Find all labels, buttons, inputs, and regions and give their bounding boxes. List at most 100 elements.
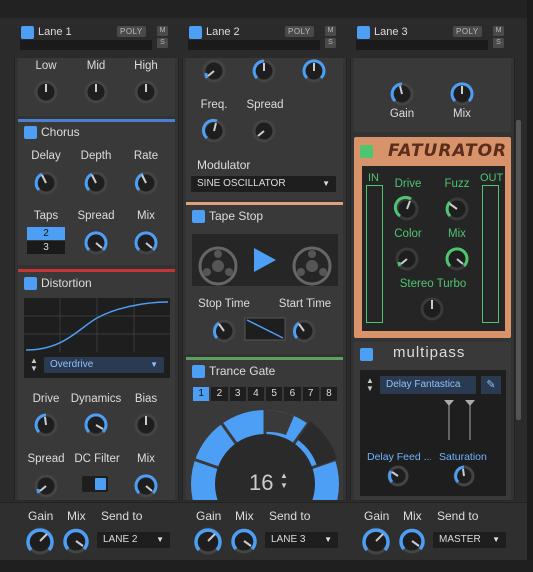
tape-stop-time-knob[interactable] [212,319,236,343]
distortion-mode-select[interactable]: Overdrive ▼ [44,357,164,373]
multipass-band-splitter[interactable] [360,398,506,442]
lane-3-gain-knob[interactable] [362,527,390,555]
step-tab-7[interactable]: 7 [302,387,319,401]
multipass-band2-knob[interactable] [453,465,475,487]
lane-2-poly-button[interactable]: POLY [285,26,314,37]
chevron-down-icon: ▼ [322,179,330,188]
lane-2-mute-button[interactable]: M [325,26,336,36]
faturator-mix-knob[interactable] [445,247,469,271]
distortion-mode-value: Overdrive [50,359,94,370]
lane-1-enable-checkbox[interactable] [21,26,34,39]
lane-2-header: Lane 2 POLY M S [182,20,342,62]
distortion-spread-label: Spread [27,453,65,465]
filter-freq-label: Freq. [200,99,228,111]
edit-pencil-icon[interactable]: ✎ [481,376,501,394]
step-tab-5[interactable]: 5 [266,387,283,401]
lane-1-mute-button[interactable]: M [157,26,168,36]
filter-knob-3[interactable] [302,59,326,83]
multipass-preset-stepper[interactable]: ▲ ▼ [364,377,376,393]
lane-1-mix-knob[interactable] [63,528,89,554]
lane-1-gain-knob[interactable] [26,527,54,555]
filter-knob-2[interactable] [252,59,276,83]
lane3-gain-label: Gain [389,108,415,120]
lane-3-solo-button[interactable]: S [493,38,504,48]
modulator-select[interactable]: SINE OSCILLATOR ▼ [191,176,336,192]
lane3-gain-knob[interactable] [390,82,414,106]
chorus-spread-knob[interactable] [84,231,108,255]
lane-3-header: Lane 3 POLY M S [350,20,510,62]
tape-start-time-knob[interactable] [292,319,316,343]
lane-2-gain-knob[interactable] [194,527,222,555]
lane-3-mix-knob[interactable] [399,528,425,554]
lane-3-enable-checkbox[interactable] [357,26,370,39]
chorus-delay-knob[interactable] [34,171,58,195]
lane-1-mixer-knobs [26,527,89,555]
step-tab-3[interactable]: 3 [229,387,246,401]
chorus-depth-knob[interactable] [84,171,108,195]
tape-stop-enable-checkbox[interactable] [192,210,205,223]
multipass-enable-checkbox[interactable] [360,348,373,361]
lane-2-send-select[interactable]: LANE 3 ▼ [265,532,338,548]
multipass-preset-select[interactable]: Delay Fantastica [380,376,476,394]
distortion-spread-knob[interactable] [34,474,58,498]
lane-2-mixer-knobs [194,527,257,555]
faturator-in-label: IN [368,172,379,184]
chorus-delay-label: Delay [31,150,61,162]
chorus-rate-knob[interactable] [134,171,158,195]
tape-stop-title: Tape Stop [209,209,264,223]
lane-3-send-select[interactable]: MASTER ▼ [433,532,506,548]
multipass-band1-knob[interactable] [387,465,409,487]
step-tab-2[interactable]: 2 [211,387,228,401]
lane-1-send-select[interactable]: LANE 2 ▼ [97,532,170,548]
distortion-bias-knob[interactable] [134,413,158,437]
lane-1-solo-button[interactable]: S [157,38,168,48]
faturator-drive-knob[interactable] [393,195,419,221]
filter-knob-1[interactable] [202,59,226,83]
trance-gate-enable-checkbox[interactable] [192,365,205,378]
lane-1-send-label: Send to [101,509,143,523]
chorus-mix-knob[interactable] [134,231,158,255]
faturator-fuzz-knob[interactable] [445,197,469,221]
distortion-drive-label: Drive [32,393,60,405]
distortion-mode-stepper[interactable]: ▲ ▼ [28,357,40,373]
faturator-fuzz-label: Fuzz [444,178,470,190]
faturator-color-knob[interactable] [395,247,419,271]
distortion-mix-knob[interactable] [134,474,158,498]
lane-3-mute-button[interactable]: M [493,26,504,36]
filter-freq-knob[interactable] [201,118,226,143]
distortion-dc-filter-toggle[interactable] [82,476,108,492]
lane-2-mix-label: Mix [235,509,254,523]
filter-spread-knob[interactable] [252,119,276,143]
faturator-enable-checkbox[interactable] [360,145,373,158]
chorus-enable-checkbox[interactable] [24,126,37,139]
lane3-mix-knob[interactable] [450,82,474,106]
distortion-knobs [34,413,158,437]
distortion-enable-checkbox[interactable] [24,277,37,290]
step-tab-1[interactable]: 1 [193,387,210,401]
step-tab-6[interactable]: 6 [284,387,301,401]
lane-2-solo-button[interactable]: S [325,38,336,48]
faturator-stereo-knob[interactable] [420,297,444,321]
distortion-drive-knob[interactable] [34,413,58,437]
lane-1-poly-button[interactable]: POLY [117,26,146,37]
lane-3-poly-button[interactable]: POLY [453,26,482,37]
lane-2-enable-checkbox[interactable] [189,26,202,39]
trance-gate-value-stepper[interactable]: ▲ ▼ [278,471,290,491]
distortion-dynamics-knob[interactable] [84,413,108,437]
lane-1-header: Lane 1 POLY M S [14,20,174,62]
tape-curve-display[interactable] [244,317,286,341]
trance-gate-title: Trance Gate [209,364,276,378]
lane-1-gain-label: Gain [28,509,54,523]
lane3-mix-label: Mix [453,108,471,120]
step-tab-4[interactable]: 4 [247,387,264,401]
eq-high-knob[interactable] [134,80,158,104]
eq-mid-knob[interactable] [84,80,108,104]
chevron-down-icon: ▼ [492,535,500,544]
lane-3-title: Lane 3 [374,26,408,38]
eq-low-knob[interactable] [34,80,58,104]
chorus-spread-label: Spread [77,210,115,222]
distortion-mix-label: Mix [137,453,155,465]
lane-3-scrollbar[interactable] [516,120,521,420]
step-tab-8[interactable]: 8 [320,387,337,401]
lane-2-mix-knob[interactable] [231,528,257,554]
